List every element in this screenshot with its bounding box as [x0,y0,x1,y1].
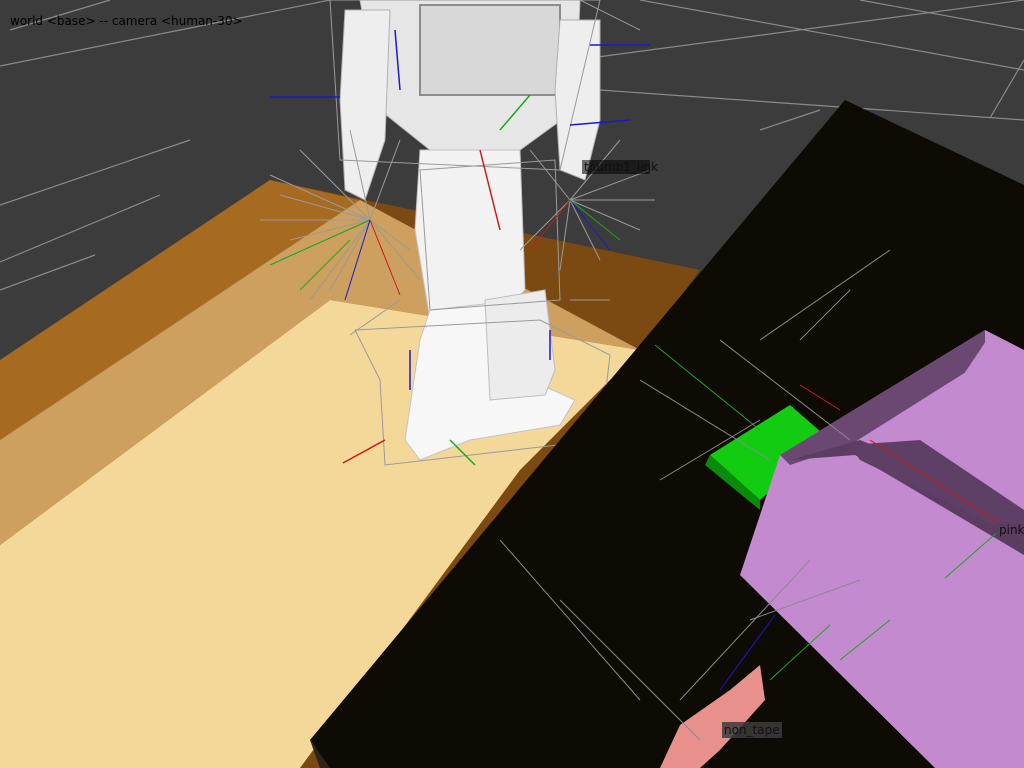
robot-chest-panel [419,4,561,96]
3d-viewport[interactable]: thumb1_link pink non_tape world <base> -… [0,0,1024,768]
scene-canvas[interactable]: thumb1_link pink non_tape [0,0,1024,768]
tape-label: non_tape [724,723,780,737]
thumb1-label: thumb1_link [584,160,658,174]
pink-label: pink [999,523,1024,537]
camera-caption: world <base> -- camera <human-30> [10,14,243,28]
